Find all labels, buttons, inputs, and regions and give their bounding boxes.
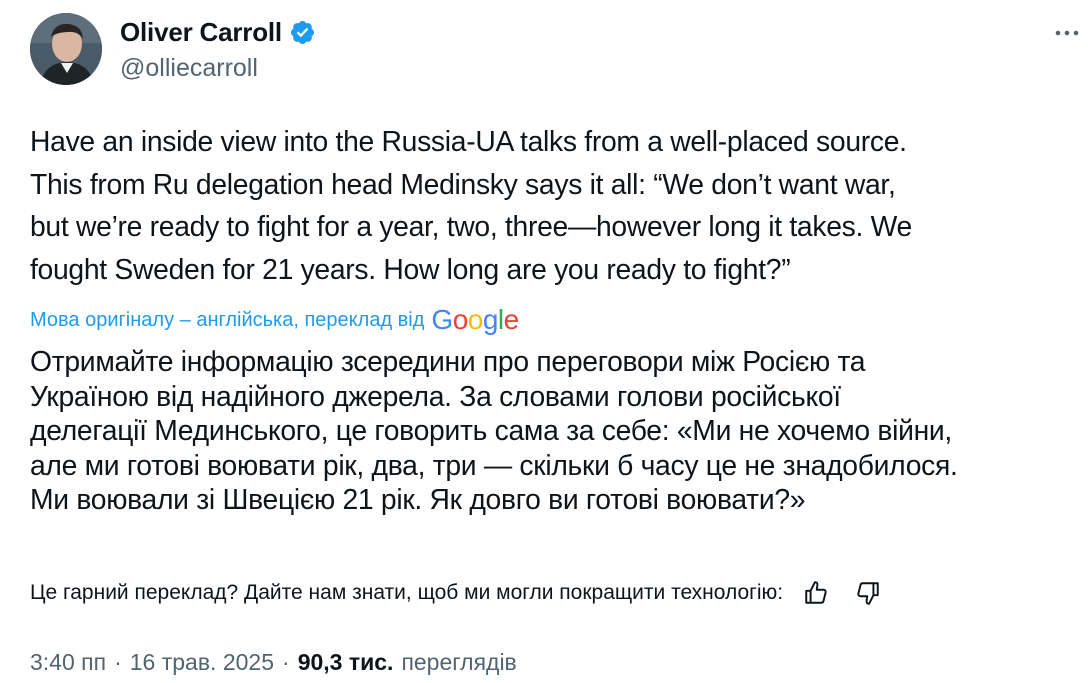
views-count[interactable]: 90,3 тис. — [298, 649, 394, 676]
author-handle[interactable]: @olliecarroll — [120, 54, 258, 83]
thumbs-up-icon[interactable] — [801, 578, 831, 608]
google-logo-letter: o — [467, 304, 484, 335]
tweet-date[interactable]: 16 трав. 2025 — [130, 649, 274, 676]
feedback-prompt: Це гарний переклад? Дайте нам знати, щоб… — [30, 581, 784, 604]
google-logo-letter: G — [431, 304, 453, 335]
google-logo-letter: g — [482, 304, 499, 335]
author-avatar[interactable] — [30, 13, 102, 85]
translation-feedback: Це гарний переклад? Дайте нам знати, щоб… — [30, 576, 883, 610]
avatar-photo-icon — [30, 13, 102, 85]
tweet-card: Oliver Carroll @olliecarroll Have an ins… — [0, 0, 1088, 683]
google-logo: Google — [431, 304, 520, 336]
more-options-icon[interactable] — [1052, 18, 1082, 48]
google-logo-letter: o — [452, 304, 469, 335]
tweet-meta: 3:40 пп · 16 трав. 2025 · 90,3 тис. пере… — [30, 645, 517, 679]
translated-text: Отримайте інформацію зсередини про перег… — [30, 345, 958, 515]
tweet-text: Have an inside view into the Russia-UA t… — [30, 125, 912, 285]
views-label: переглядів — [401, 648, 517, 675]
translation-note[interactable]: Мова оригіналу – англійська, переклад ві… — [30, 303, 519, 337]
author-name-row: Oliver Carroll — [120, 15, 316, 49]
verified-badge-icon[interactable] — [289, 19, 316, 46]
translation-note-label: Мова оригіналу – англійська, переклад ві… — [30, 308, 425, 331]
google-logo-letter: e — [503, 304, 520, 335]
meta-separator: · — [282, 648, 290, 675]
thumbs-down-icon[interactable] — [853, 578, 883, 608]
author-display-name[interactable]: Oliver Carroll — [120, 17, 282, 48]
tweet-time[interactable]: 3:40 пп — [30, 649, 106, 676]
meta-separator: · — [114, 648, 122, 675]
